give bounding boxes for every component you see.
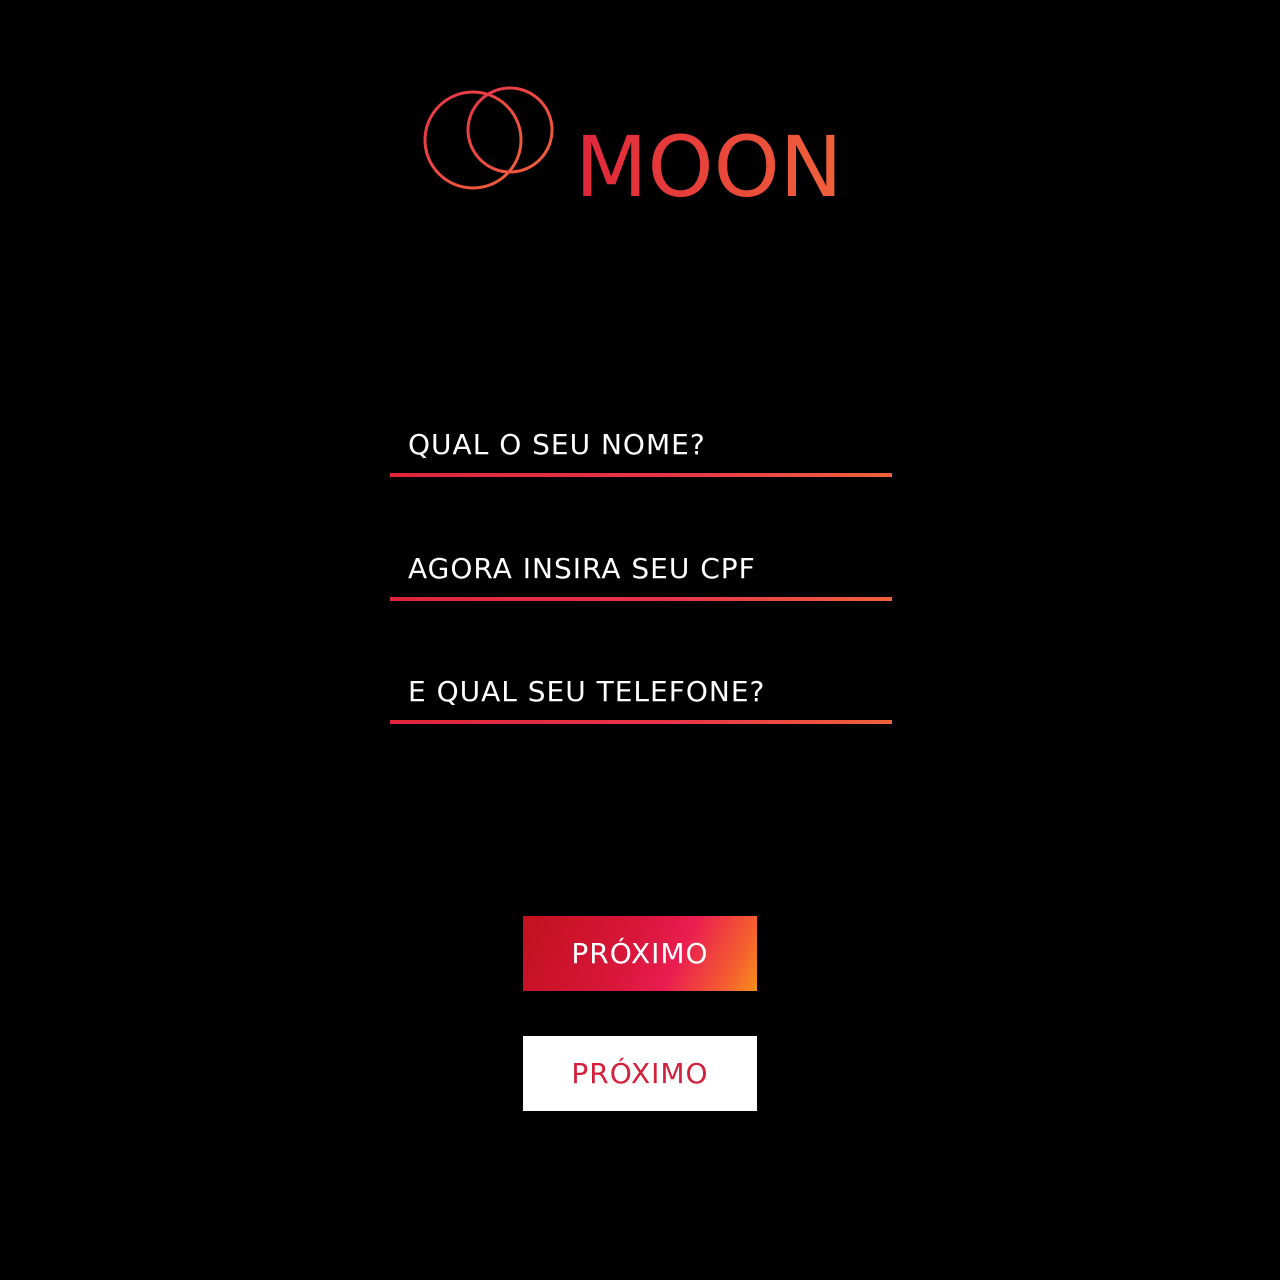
phone-field	[390, 663, 892, 724]
brand-name: MOON	[575, 118, 843, 206]
cpf-underline	[390, 597, 892, 601]
signup-screen: MOON PRÓXIMO PRÓXIMO	[0, 0, 1280, 1280]
double-circle-icon	[423, 86, 554, 190]
next-button-secondary[interactable]: PRÓXIMO	[523, 1036, 757, 1111]
name-input[interactable]	[390, 416, 892, 472]
phone-input[interactable]	[390, 663, 892, 719]
name-field	[390, 416, 892, 477]
next-button-primary[interactable]: PRÓXIMO	[523, 916, 757, 991]
cpf-input[interactable]	[390, 540, 892, 596]
moon-logo: MOON	[420, 86, 870, 206]
name-underline	[390, 473, 892, 477]
phone-underline	[390, 720, 892, 724]
cpf-field	[390, 540, 892, 601]
